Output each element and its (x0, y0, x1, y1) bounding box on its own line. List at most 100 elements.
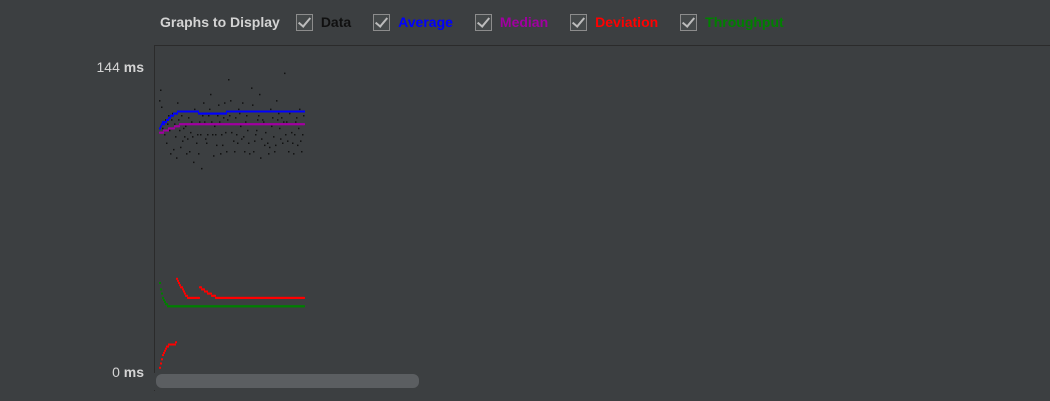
point-data (261, 138, 263, 140)
point-data (231, 131, 233, 134)
point-data (259, 93, 261, 96)
point-data (189, 151, 191, 153)
point-data (270, 108, 272, 111)
point-data (164, 134, 166, 136)
point-average (176, 112, 178, 115)
point-data (169, 129, 171, 132)
point-data (228, 79, 230, 81)
point-data (288, 151, 290, 153)
average-checkbox[interactable]: Average (373, 13, 453, 31)
point-median (303, 123, 305, 126)
point-data (184, 136, 186, 138)
point-deviation (175, 341, 177, 344)
point-data (187, 138, 189, 140)
horizontal-scrollbar[interactable] (154, 373, 1050, 390)
point-deviation (176, 277, 178, 280)
average-checkbox-label: Average (398, 14, 453, 30)
point-data (275, 144, 277, 147)
point-data (213, 155, 215, 157)
point-data (292, 142, 294, 144)
point-data (159, 100, 161, 102)
point-data (191, 121, 193, 123)
point-data (257, 119, 259, 121)
scrollbar-thumb[interactable] (156, 374, 419, 388)
point-data (285, 134, 287, 136)
data-checkbox-label: Data (320, 14, 352, 30)
point-data (273, 136, 275, 138)
point-data (241, 138, 243, 140)
point-deviation (178, 282, 180, 284)
point-data (176, 157, 178, 159)
point-data (162, 127, 164, 130)
point-deviation (303, 296, 305, 299)
point-data (230, 100, 232, 102)
point-data (211, 121, 213, 123)
point-data (256, 129, 258, 132)
data-checkbox[interactable]: Data (295, 13, 352, 31)
point-data (177, 102, 179, 104)
point-data (227, 119, 229, 121)
y-axis-min-label: 0 ms (112, 364, 144, 380)
point-data (271, 125, 273, 128)
point-data (300, 140, 302, 142)
point-average (197, 110, 199, 113)
point-average (162, 121, 164, 124)
point-data (295, 121, 297, 123)
point-data (240, 125, 242, 128)
point-data (192, 136, 194, 138)
point-data (287, 140, 289, 142)
point-data (203, 102, 205, 104)
point-data (216, 144, 218, 147)
point-data (215, 134, 217, 136)
point-data (286, 121, 288, 123)
point-data (297, 144, 299, 147)
point-deviation (184, 292, 186, 295)
point-data (249, 153, 251, 155)
point-average (160, 125, 162, 128)
point-data (262, 119, 264, 121)
point-deviation (210, 292, 212, 295)
point-data (260, 157, 262, 159)
point-data (160, 89, 162, 91)
check-icon (680, 13, 698, 31)
point-data (221, 134, 223, 136)
point-data (201, 167, 203, 170)
point-average (167, 119, 169, 121)
point-data (194, 108, 196, 111)
point-data (303, 115, 305, 117)
point-data (229, 115, 231, 117)
point-data (207, 134, 209, 136)
point-deviation (174, 343, 176, 346)
point-median (173, 127, 175, 130)
point-data (265, 131, 267, 134)
point-data (252, 104, 254, 106)
series-deviation (159, 277, 305, 369)
point-data (204, 121, 206, 123)
throughput-checkbox[interactable]: Throughput (680, 13, 784, 31)
point-data (198, 153, 200, 155)
point-average (163, 123, 165, 126)
point-average (161, 123, 163, 126)
point-data (218, 104, 220, 106)
deviation-checkbox[interactable]: Deviation (570, 13, 658, 31)
throughput-checkbox-label: Throughput (705, 14, 784, 30)
point-deviation (200, 286, 202, 289)
point-median (162, 131, 164, 134)
point-data (293, 153, 295, 155)
graphs-to-display-bar: Graphs to Display Data Average Median De… (160, 10, 806, 34)
point-throughput (163, 299, 165, 301)
point-data (167, 123, 169, 125)
point-data (269, 146, 271, 149)
point-data (234, 151, 236, 153)
median-checkbox[interactable]: Median (474, 13, 548, 31)
point-throughput (160, 288, 162, 291)
point-deviation (182, 288, 184, 291)
point-data (302, 134, 304, 136)
point-data (264, 144, 266, 147)
point-deviation (162, 354, 164, 357)
point-data (206, 142, 208, 144)
point-deviation (165, 347, 167, 350)
y-axis-min-unit: ms (123, 364, 144, 380)
point-data (214, 125, 216, 128)
point-data (251, 87, 253, 89)
